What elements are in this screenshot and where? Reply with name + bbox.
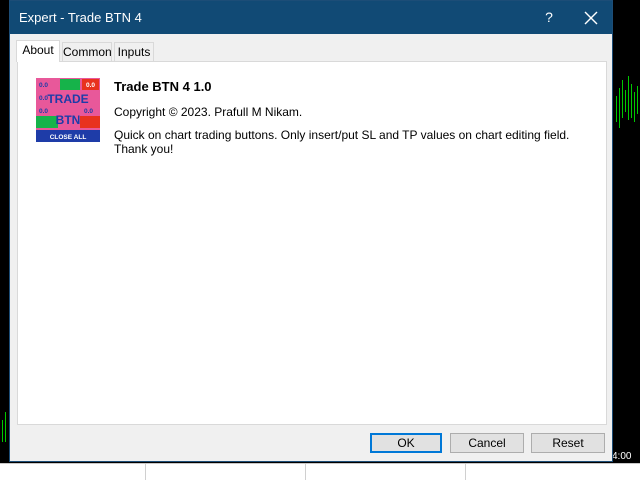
about-panel: 0.0 0.0 0.0 0.0 0.0 TRADE BTN CLOSE ALL …	[17, 61, 607, 425]
dialog-title: Expert - Trade BTN 4	[19, 10, 142, 25]
chart-candle	[634, 92, 635, 122]
logo-word-trade: TRADE	[47, 92, 88, 106]
time-axis-tick	[145, 464, 146, 480]
chart-candle	[622, 80, 623, 118]
logo-value: 0.0	[84, 108, 93, 115]
copyright-text: Copyright © 2023. Prafull M Nikam.	[114, 105, 303, 119]
close-icon	[584, 11, 598, 25]
chart-candle	[619, 88, 620, 128]
time-axis-tick	[305, 464, 306, 480]
chart-candle	[631, 84, 632, 118]
ok-button[interactable]: OK	[370, 433, 442, 453]
expert-dialog: Expert - Trade BTN 4 ? About Common Inpu…	[9, 0, 613, 462]
time-axis	[0, 463, 640, 481]
logo-value: 0.0	[39, 108, 48, 115]
time-axis-tick	[465, 464, 466, 480]
logo-value: 0.0	[86, 82, 95, 89]
logo-word-btn: BTN	[56, 113, 81, 127]
time-axis-label: 4:00	[612, 451, 632, 462]
chart-candle	[616, 96, 617, 122]
chart-candle	[628, 76, 629, 120]
expert-name: Trade BTN 4 1.0	[114, 79, 212, 94]
expert-logo: 0.0 0.0 0.0 0.0 0.0 TRADE BTN CLOSE ALL	[36, 78, 100, 142]
chart-candle	[2, 420, 3, 442]
cancel-button[interactable]: Cancel	[450, 433, 524, 453]
tab-about[interactable]: About	[16, 40, 60, 62]
dialog-titlebar[interactable]: Expert - Trade BTN 4 ?	[10, 1, 612, 34]
chart-candle	[5, 412, 6, 442]
tab-common[interactable]: Common	[62, 42, 112, 61]
description-text: Quick on chart trading buttons. Only ins…	[114, 128, 570, 156]
help-button[interactable]: ?	[542, 9, 556, 25]
reset-button[interactable]: Reset	[531, 433, 605, 453]
logo-value: 0.0	[39, 82, 48, 89]
logo-close-all: CLOSE ALL	[50, 134, 87, 141]
chart-candle	[637, 86, 638, 114]
tab-inputs[interactable]: Inputs	[114, 42, 154, 61]
chart-candle	[625, 90, 626, 112]
close-button[interactable]	[582, 7, 600, 27]
